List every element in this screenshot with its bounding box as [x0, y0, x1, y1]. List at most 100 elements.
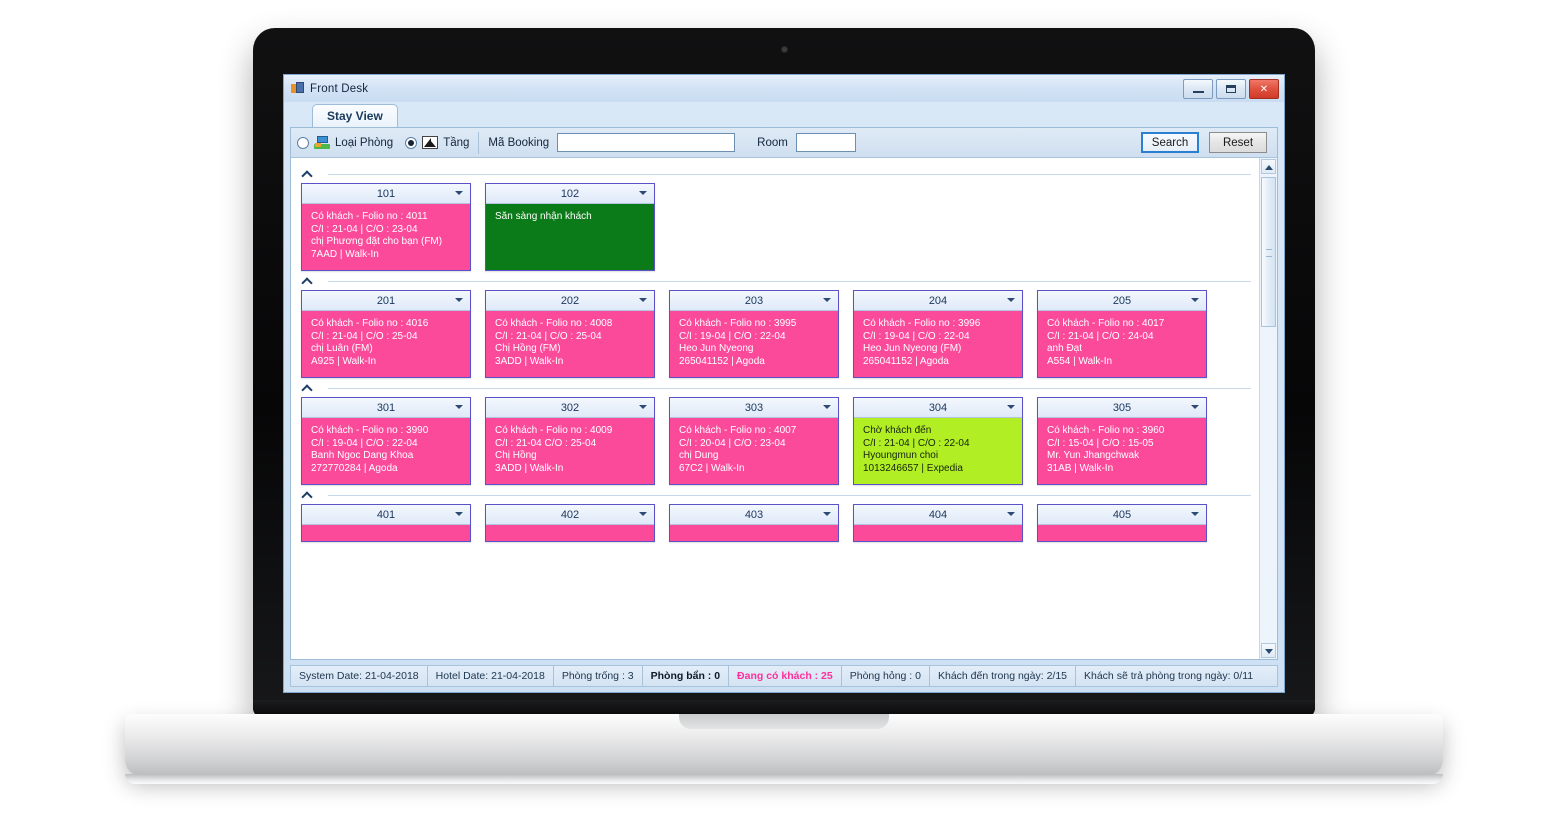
room-card[interactable]: 205 Có khách - Folio no : 4017 C/I : 21-04… — [1037, 290, 1207, 378]
room-card[interactable]: 204 Có khách - Folio no : 3996 C/I : 19-04… — [853, 290, 1023, 378]
room-card[interactable]: 201 Có khách - Folio no : 4016 C/I : 21-04… — [301, 290, 471, 378]
chevron-down-icon[interactable] — [823, 405, 831, 409]
chevron-down-icon[interactable] — [639, 512, 647, 516]
booking-code-input[interactable] — [557, 133, 736, 152]
reset-button[interactable]: Reset — [1209, 132, 1267, 153]
chevron-up-icon[interactable] — [303, 170, 312, 179]
room-status-body[interactable]: Có khách - Folio no : 4017 C/I : 21-04 | … — [1038, 311, 1206, 377]
room-status-body[interactable]: Sẵn sàng nhận khách — [486, 204, 654, 270]
room-status-body[interactable]: Có khách - Folio no : 3990 C/I : 19-04 | … — [302, 418, 470, 484]
room-detail-line: Có khách - Folio no : 4011 — [311, 211, 428, 222]
room-number-header[interactable]: 401 — [302, 505, 470, 525]
scroll-up-button[interactable] — [1261, 159, 1276, 174]
room-number-header[interactable]: 403 — [670, 505, 838, 525]
chevron-down-icon[interactable] — [823, 298, 831, 302]
room-status-body[interactable]: Có khách - Folio no : 4016 C/I : 21-04 | … — [302, 311, 470, 377]
scroll-down-button[interactable] — [1261, 643, 1276, 658]
room-number-header[interactable]: 101 — [302, 184, 470, 204]
view-mode-floor[interactable]: Tầng — [405, 136, 469, 149]
room-status-body[interactable]: Có khách - Folio no : 4009 C/I : 21-04 C/… — [486, 418, 654, 484]
chevron-down-icon[interactable] — [639, 298, 647, 302]
room-status-body[interactable]: Có khách - Folio no : 3996 C/I : 19-04 | … — [854, 311, 1022, 377]
room-number-header[interactable]: 304 — [854, 398, 1022, 418]
webcam-icon — [781, 46, 788, 53]
room-card[interactable]: 402 — [485, 504, 655, 542]
room-number-header[interactable]: 203 — [670, 291, 838, 311]
room-number-header[interactable]: 302 — [486, 398, 654, 418]
floor-header[interactable] — [303, 491, 1251, 500]
chevron-up-icon[interactable] — [303, 384, 312, 393]
room-number-header[interactable]: 404 — [854, 505, 1022, 525]
chevron-down-icon[interactable] — [1007, 405, 1015, 409]
close-button[interactable]: ✕ — [1249, 79, 1279, 99]
view-mode-room-type[interactable]: Loại Phòng — [297, 136, 393, 149]
room-status-body[interactable] — [302, 525, 470, 541]
room-status-body[interactable] — [486, 525, 654, 541]
maximize-button[interactable] — [1216, 79, 1246, 99]
room-card[interactable]: 403 — [669, 504, 839, 542]
radio-room-type[interactable] — [297, 136, 309, 149]
radio-floor[interactable] — [405, 136, 418, 149]
room-status-body[interactable] — [1038, 525, 1206, 541]
chevron-up-icon[interactable] — [303, 277, 312, 286]
room-detail-line: A925 | Walk-In — [311, 355, 377, 367]
room-number-header[interactable]: 405 — [1038, 505, 1206, 525]
room-card[interactable]: 404 — [853, 504, 1023, 542]
chevron-down-icon[interactable] — [455, 298, 463, 302]
room-number-header[interactable]: 202 — [486, 291, 654, 311]
room-detail-line: 265041152 | Agoda — [679, 355, 765, 367]
tab-stay-view[interactable]: Stay View — [312, 104, 398, 127]
room-card[interactable]: 101 Có khách - Folio no : 4011 C/I : 21-04… — [301, 183, 471, 271]
room-number-header[interactable]: 205 — [1038, 291, 1206, 311]
floor-header[interactable] — [303, 384, 1251, 393]
chevron-down-icon[interactable] — [639, 405, 647, 409]
room-status-body[interactable]: Chờ khách đến C/I : 21-04 | C/O : 22-04 Hy… — [854, 418, 1022, 484]
room-number-header[interactable]: 204 — [854, 291, 1022, 311]
chevron-down-icon[interactable] — [1191, 512, 1199, 516]
chevron-down-icon[interactable] — [1007, 512, 1015, 516]
search-button[interactable]: Search — [1141, 132, 1199, 153]
room-card[interactable]: 405 — [1037, 504, 1207, 542]
room-detail-line: 7AAD | Walk-In — [311, 248, 379, 260]
room-status-body[interactable]: Có khách - Folio no : 3995 C/I : 19-04 | … — [670, 311, 838, 377]
chevron-down-icon[interactable] — [1191, 298, 1199, 302]
room-card[interactable]: 401 — [301, 504, 471, 542]
room-status-body[interactable]: Có khách - Folio no : 4008 C/I : 21-04 | … — [486, 311, 654, 377]
board-vertical-scrollbar[interactable] — [1259, 158, 1277, 659]
chevron-up-icon[interactable] — [303, 491, 312, 500]
room-card[interactable]: 304 Chờ khách đến C/I : 21-04 | C/O : 22-0… — [853, 397, 1023, 485]
scroll-thumb[interactable] — [1261, 177, 1276, 327]
room-number-header[interactable]: 303 — [670, 398, 838, 418]
chevron-down-icon[interactable] — [455, 405, 463, 409]
room-card[interactable]: 303 Có khách - Folio no : 4007 C/I : 20-04… — [669, 397, 839, 485]
room-input[interactable] — [795, 133, 856, 152]
room-number-header[interactable]: 301 — [302, 398, 470, 418]
room-card[interactable]: 203 Có khách - Folio no : 3995 C/I : 19-04… — [669, 290, 839, 378]
chevron-down-icon[interactable] — [823, 512, 831, 516]
room-status-body[interactable]: Có khách - Folio no : 3960 C/I : 15-04 | … — [1038, 418, 1206, 484]
room-status-body[interactable] — [854, 525, 1022, 541]
room-number-header[interactable]: 201 — [302, 291, 470, 311]
chevron-down-icon[interactable] — [1191, 405, 1199, 409]
minimize-button[interactable] — [1183, 79, 1213, 99]
room-card[interactable]: 102 Sẵn sàng nhận khách — [485, 183, 655, 271]
chevron-down-icon[interactable] — [1007, 298, 1015, 302]
chevron-down-icon[interactable] — [455, 512, 463, 516]
room-status-body[interactable] — [670, 525, 838, 541]
room-number-header[interactable]: 102 — [486, 184, 654, 204]
room-card[interactable]: 202 Có khách - Folio no : 4008 C/I : 21-04… — [485, 290, 655, 378]
chevron-down-icon[interactable] — [455, 191, 463, 195]
chevron-down-icon[interactable] — [639, 191, 647, 195]
form-icon — [291, 82, 304, 95]
room-card[interactable]: 305 Có khách - Folio no : 3960 C/I : 15-04… — [1037, 397, 1207, 485]
floor-header[interactable] — [303, 277, 1251, 286]
room-card[interactable]: 301 Có khách - Folio no : 3990 C/I : 19-04… — [301, 397, 471, 485]
room-status-body[interactable]: Có khách - Folio no : 4011 C/I : 21-04 | … — [302, 204, 470, 270]
room-card[interactable]: 302 Có khách - Folio no : 4009 C/I : 21-04… — [485, 397, 655, 485]
room-number-header[interactable]: 305 — [1038, 398, 1206, 418]
room-status-body[interactable]: Có khách - Folio no : 4007 C/I : 20-04 | … — [670, 418, 838, 484]
view-mode-floor-label: Tầng — [443, 136, 470, 149]
room-number-header[interactable]: 402 — [486, 505, 654, 525]
floor-header[interactable] — [303, 170, 1251, 179]
front-desk-window: Front Desk ✕ Stay View Loại Phòng Tầng M… — [283, 74, 1285, 693]
